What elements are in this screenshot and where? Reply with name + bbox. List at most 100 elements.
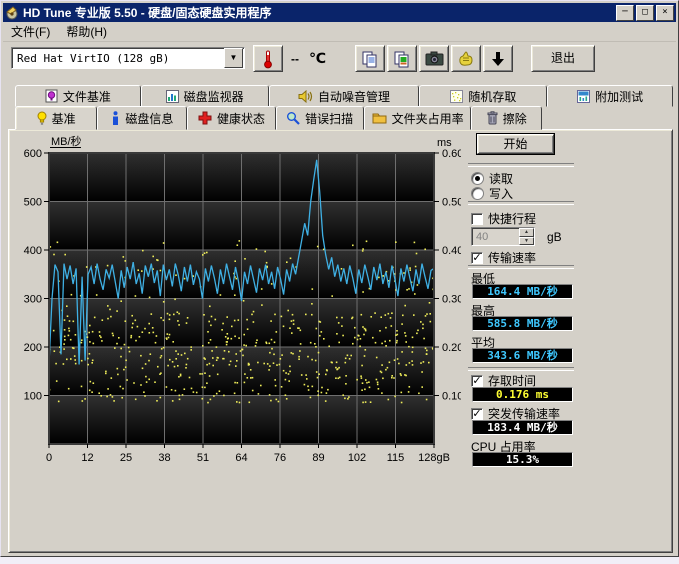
- maximize-button[interactable]: □: [636, 5, 654, 21]
- minimize-button[interactable]: ─: [616, 5, 634, 21]
- magnifier-icon: [286, 111, 300, 125]
- separator: [468, 201, 574, 205]
- window-title: HD Tune 专业版 5.50 - 硬盘/固态硬盘实用程序: [23, 4, 271, 21]
- benchmark-chart: MB/秒ms6005004003002001000.600.500.400.30…: [1, 129, 461, 474]
- tab-benchmark[interactable]: 基准: [15, 106, 97, 130]
- down-arrow-icon: [490, 50, 506, 68]
- tab-label: 自动噪音管理: [318, 88, 390, 105]
- svg-text:100: 100: [24, 391, 42, 403]
- short-stroke-checkbox[interactable]: [471, 213, 483, 225]
- health-cross-icon: [198, 111, 212, 125]
- tab-label: 文件基准: [63, 88, 111, 105]
- temperature-value: --: [291, 52, 299, 66]
- exit-button[interactable]: 退出: [531, 45, 595, 72]
- svg-text:0.60: 0.60: [442, 148, 461, 160]
- tab-disk-info[interactable]: 磁盘信息: [97, 106, 187, 130]
- app-window: HD Tune 专业版 5.50 - 硬盘/固态硬盘实用程序 ─ □ × 文件(…: [0, 0, 679, 557]
- drive-select[interactable]: Red Hat VirtIO (128 gB) ▼: [11, 47, 245, 69]
- short-stroke-unit: gB: [547, 230, 562, 244]
- spin-down-icon[interactable]: ▼: [519, 237, 534, 246]
- tab-label: 错误扫描: [305, 110, 353, 127]
- lightbulb-icon: [37, 111, 47, 126]
- copy-icon: [361, 50, 379, 68]
- read-radio[interactable]: [471, 172, 484, 185]
- menu-bar: 文件(F) 帮助(H): [3, 22, 676, 42]
- copy-image-button[interactable]: [387, 45, 417, 72]
- svg-text:0: 0: [46, 452, 52, 464]
- separator: [468, 265, 574, 269]
- chevron-down-icon[interactable]: ▼: [224, 48, 243, 68]
- tab-health[interactable]: 健康状态: [187, 106, 275, 130]
- svg-text:600: 600: [24, 148, 42, 160]
- short-stroke-row[interactable]: 快捷行程: [471, 210, 536, 227]
- tab-label: 擦除: [503, 110, 527, 127]
- svg-text:12: 12: [81, 452, 93, 464]
- svg-text:200: 200: [24, 342, 42, 354]
- svg-text:25: 25: [120, 452, 132, 464]
- tab-label: 健康状态: [217, 110, 265, 127]
- access-time-display: 0.176 ms: [472, 387, 573, 402]
- avg-value-display: 343.6 MB/秒: [472, 348, 573, 363]
- svg-text:300: 300: [24, 294, 42, 306]
- folder-icon: [372, 112, 387, 124]
- tab-erase[interactable]: 擦除: [471, 106, 542, 130]
- svg-text:0.40: 0.40: [442, 245, 461, 257]
- drive-select-value: Red Hat VirtIO (128 gB): [12, 52, 224, 65]
- access-time-checkbox[interactable]: ✓: [471, 375, 483, 387]
- burst-rate-checkbox[interactable]: ✓: [471, 408, 483, 420]
- tab-error-scan[interactable]: 错误扫描: [276, 106, 364, 130]
- title-bar: HD Tune 专业版 5.50 - 硬盘/固态硬盘实用程序 ─ □ ×: [3, 3, 676, 22]
- tab-label: 磁盘信息: [125, 110, 173, 127]
- transfer-rate-checkbox[interactable]: ✓: [471, 252, 483, 264]
- screenshot-button[interactable]: [419, 45, 449, 72]
- separator: [468, 163, 574, 167]
- trash-icon: [487, 111, 498, 125]
- tab-folder-usage[interactable]: 文件夹占用率: [364, 106, 472, 130]
- hand-gear-icon: [457, 50, 475, 68]
- speaker-icon: [298, 90, 313, 103]
- options-button[interactable]: [451, 45, 481, 72]
- spin-up-icon[interactable]: ▲: [519, 228, 534, 237]
- short-stroke-spinner[interactable]: 40 ▲ ▼: [471, 227, 535, 246]
- tab-extra-tests[interactable]: 附加测试: [547, 85, 673, 107]
- svg-text:MB/秒: MB/秒: [51, 134, 82, 148]
- tab-label: 磁盘监视器: [184, 88, 244, 105]
- temperature-button[interactable]: [253, 45, 283, 72]
- menu-help[interactable]: 帮助(H): [58, 21, 115, 42]
- burst-rate-display: 183.4 MB/秒: [472, 420, 573, 435]
- svg-text:89: 89: [312, 452, 324, 464]
- copy-text-button[interactable]: [355, 45, 385, 72]
- svg-text:0.30: 0.30: [442, 294, 461, 306]
- disk-monitor-icon: [166, 90, 179, 103]
- separator: [468, 367, 574, 371]
- write-radio-label: 写入: [489, 185, 513, 202]
- menu-file[interactable]: 文件(F): [3, 21, 58, 42]
- svg-text:500: 500: [24, 197, 42, 209]
- svg-text:400: 400: [24, 245, 42, 257]
- tab-label: 基准: [52, 110, 76, 127]
- start-button[interactable]: 开始: [477, 134, 554, 154]
- write-radio[interactable]: [471, 187, 484, 200]
- transfer-rate-row[interactable]: ✓ 传输速率: [471, 249, 536, 266]
- svg-text:115: 115: [387, 452, 405, 464]
- window-bottom-edge: [0, 557, 679, 564]
- thermometer-icon: [262, 49, 274, 69]
- download-results-button[interactable]: [483, 45, 513, 72]
- max-value-display: 585.8 MB/秒: [472, 316, 573, 331]
- info-icon: [111, 111, 120, 125]
- min-value-display: 164.4 MB/秒: [472, 284, 573, 299]
- close-button[interactable]: ×: [656, 5, 674, 21]
- tab-random-access[interactable]: 随机存取: [419, 85, 547, 107]
- tab-label: 文件夹占用率: [392, 110, 464, 127]
- tab-disk-monitor[interactable]: 磁盘监视器: [141, 85, 269, 107]
- write-radio-row[interactable]: 写入: [471, 185, 513, 202]
- hdtune-app-icon: [5, 6, 19, 20]
- svg-text:51: 51: [197, 452, 209, 464]
- tab-file-benchmark[interactable]: 文件基准: [15, 85, 141, 107]
- toolbar: Red Hat VirtIO (128 gB) ▼ -- ℃: [3, 41, 676, 81]
- svg-text:102: 102: [348, 452, 366, 464]
- svg-text:64: 64: [235, 452, 247, 464]
- tab-noise-management[interactable]: 自动噪音管理: [269, 85, 420, 107]
- short-stroke-label: 快捷行程: [488, 210, 536, 227]
- tab-label: 随机存取: [468, 88, 516, 105]
